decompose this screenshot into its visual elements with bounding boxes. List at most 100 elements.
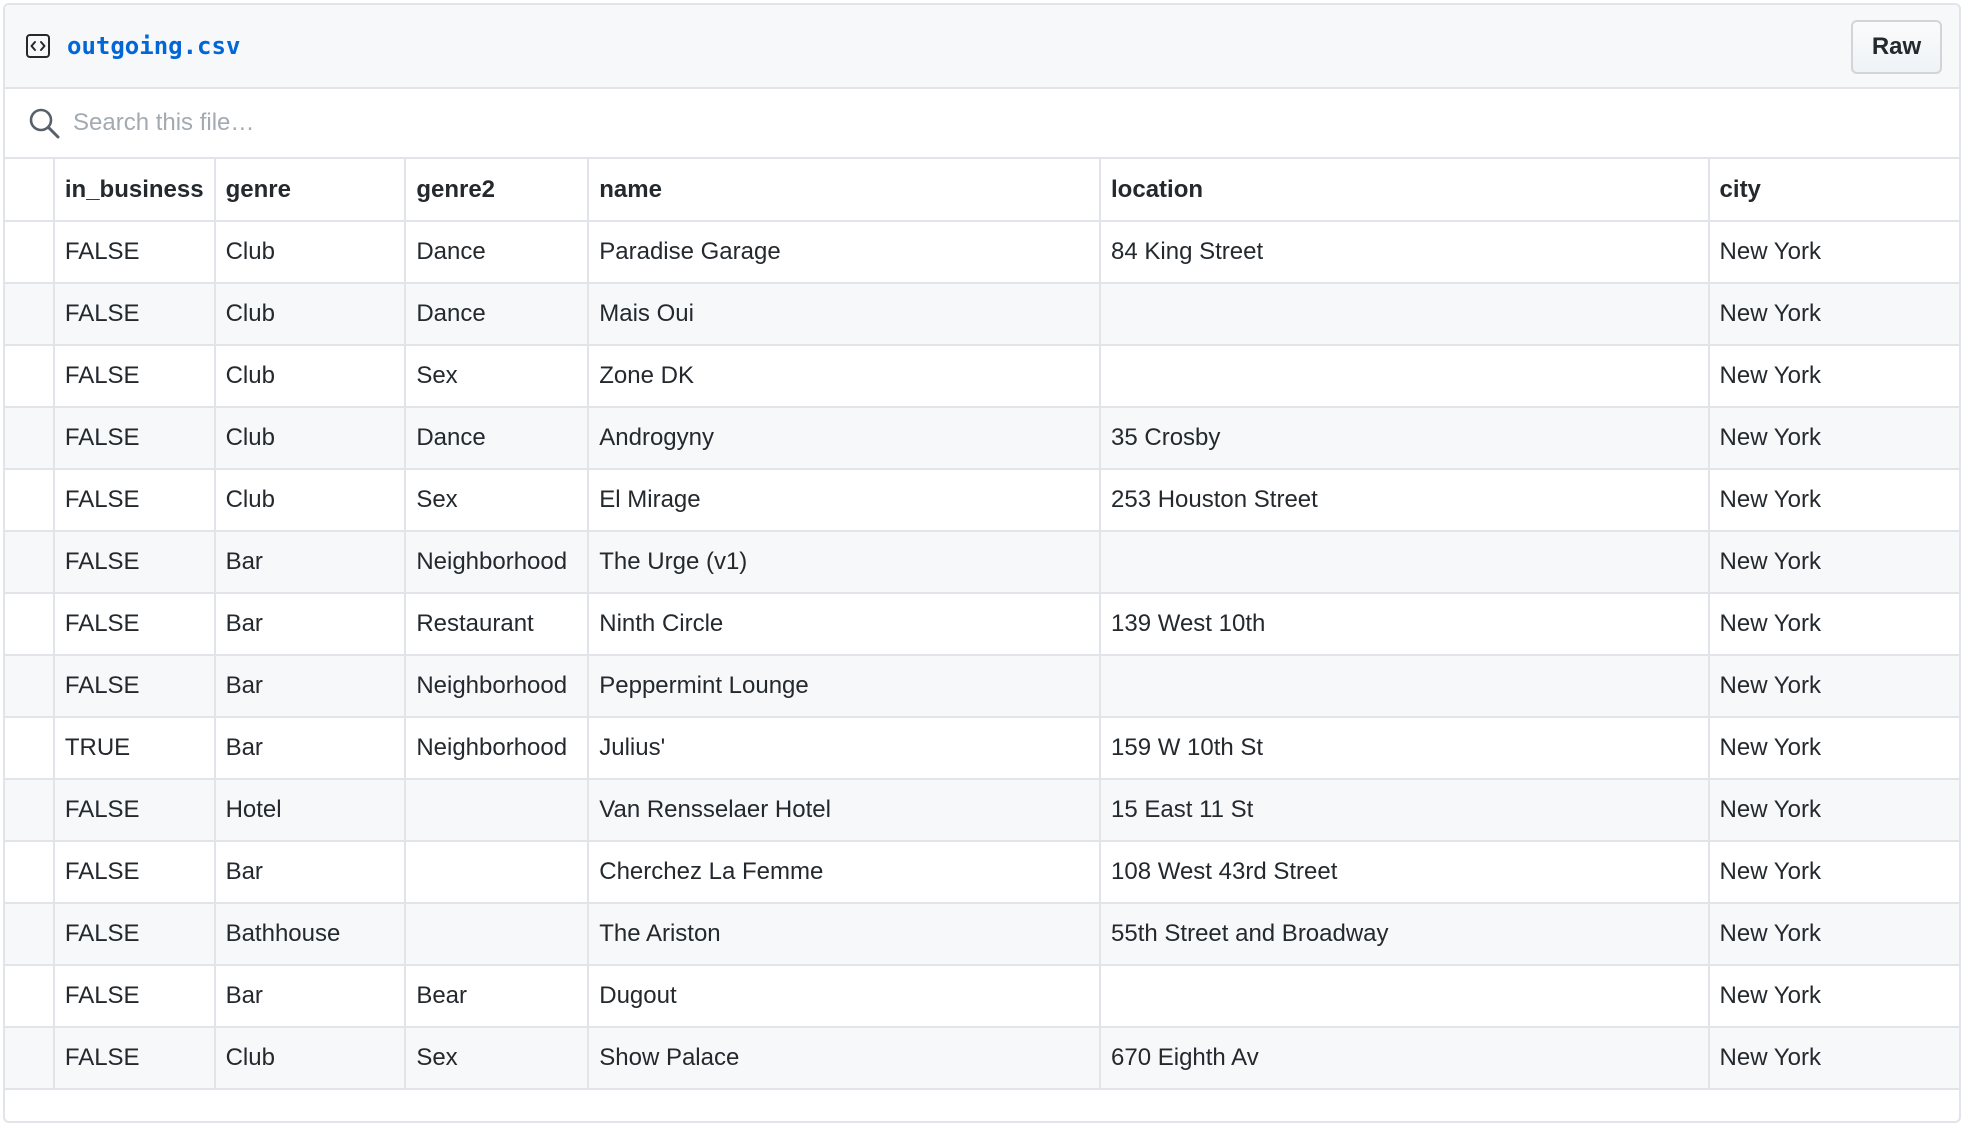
cell-city: New York bbox=[1708, 1027, 1959, 1090]
csv-table: in_business genre genre2 name location c… bbox=[5, 159, 1959, 1090]
cell-city: New York bbox=[1708, 903, 1959, 966]
cell-location: 35 Crosby bbox=[1100, 407, 1710, 470]
line-number-cell[interactable] bbox=[5, 717, 55, 780]
column-header-location: location bbox=[1100, 159, 1710, 222]
file-name-link[interactable]: outgoing.csv bbox=[67, 32, 240, 60]
table-row: FALSE Club Dance Mais Oui New York bbox=[5, 283, 1959, 346]
line-number-cell[interactable] bbox=[5, 407, 55, 470]
line-number-cell[interactable] bbox=[5, 779, 55, 842]
line-number-cell[interactable] bbox=[5, 469, 55, 532]
table-body: FALSE Club Dance Paradise Garage 84 King Str… bbox=[5, 221, 1959, 1090]
cell-city: New York bbox=[1708, 717, 1959, 780]
line-number-cell[interactable] bbox=[5, 965, 55, 1028]
cell-location: 139 West 10th bbox=[1100, 593, 1710, 656]
column-header-genre: genre bbox=[214, 159, 407, 222]
cell-genre2: Dance bbox=[405, 221, 590, 284]
cell-in-business: FALSE bbox=[53, 841, 216, 904]
cell-in-business: FALSE bbox=[53, 779, 216, 842]
cell-genre: Bar bbox=[214, 717, 407, 780]
cell-city: New York bbox=[1708, 283, 1959, 346]
cell-genre: Bar bbox=[214, 593, 407, 656]
cell-in-business: FALSE bbox=[53, 593, 216, 656]
line-number-cell[interactable] bbox=[5, 903, 55, 966]
search-bar bbox=[5, 89, 1959, 159]
cell-name: The Urge (v1) bbox=[588, 531, 1102, 594]
cell-location: 84 King Street bbox=[1100, 221, 1710, 284]
table-row: FALSE Club Dance Androgyny 35 Crosby New York bbox=[5, 407, 1959, 470]
cell-genre2: Sex bbox=[405, 1027, 590, 1090]
table-row: FALSE Bar Cherchez La Femme 108 West 43rd S… bbox=[5, 841, 1959, 904]
cell-location: 253 Houston Street bbox=[1100, 469, 1710, 532]
column-header-name: name bbox=[588, 159, 1102, 222]
cell-name: Julius' bbox=[588, 717, 1102, 780]
line-number-cell[interactable] bbox=[5, 345, 55, 408]
cell-genre: Bar bbox=[214, 841, 407, 904]
cell-genre2 bbox=[405, 841, 590, 904]
cell-in-business: FALSE bbox=[53, 965, 216, 1028]
cell-location bbox=[1100, 283, 1710, 346]
cell-genre2 bbox=[405, 779, 590, 842]
cell-name: Zone DK bbox=[588, 345, 1102, 408]
line-number-cell[interactable] bbox=[5, 221, 55, 284]
cell-city: New York bbox=[1708, 531, 1959, 594]
cell-genre2: Restaurant bbox=[405, 593, 590, 656]
line-number-cell[interactable] bbox=[5, 283, 55, 346]
table-row: FALSE Club Sex El Mirage 253 Houston Street N… bbox=[5, 469, 1959, 532]
cell-city: New York bbox=[1708, 965, 1959, 1028]
cell-city: New York bbox=[1708, 593, 1959, 656]
cell-name: Show Palace bbox=[588, 1027, 1102, 1090]
column-header-genre2: genre2 bbox=[405, 159, 590, 222]
table-row: FALSE Club Sex Show Palace 670 Eighth Av New … bbox=[5, 1027, 1959, 1090]
file-code-icon bbox=[25, 33, 51, 59]
cell-genre2 bbox=[405, 903, 590, 966]
cell-genre: Club bbox=[214, 345, 407, 408]
line-number-cell[interactable] bbox=[5, 655, 55, 718]
column-header-city: city bbox=[1708, 159, 1959, 222]
table-row: FALSE Club Sex Zone DK New York bbox=[5, 345, 1959, 408]
file-header: outgoing.csv Raw bbox=[5, 5, 1959, 89]
cell-city: New York bbox=[1708, 655, 1959, 718]
column-header-in-business: in_business bbox=[53, 159, 216, 222]
table-row: FALSE Bar Neighborhood Peppermint Lounge New… bbox=[5, 655, 1959, 718]
table-row: FALSE Hotel Van Rensselaer Hotel 15 East 11… bbox=[5, 779, 1959, 842]
table-row: FALSE Bar Bear Dugout New York bbox=[5, 965, 1959, 1028]
cell-location: 55th Street and Broadway bbox=[1100, 903, 1710, 966]
cell-genre: Bar bbox=[214, 965, 407, 1028]
line-number-cell[interactable] bbox=[5, 531, 55, 594]
cell-location: 15 East 11 St bbox=[1100, 779, 1710, 842]
file-container: outgoing.csv Raw in_business genre bbox=[3, 3, 1961, 1123]
cell-genre2: Neighborhood bbox=[405, 655, 590, 718]
search-input[interactable] bbox=[73, 98, 1873, 148]
cell-name: The Ariston bbox=[588, 903, 1102, 966]
cell-name: El Mirage bbox=[588, 469, 1102, 532]
cell-in-business: FALSE bbox=[53, 655, 216, 718]
cell-city: New York bbox=[1708, 841, 1959, 904]
table-header-row: in_business genre genre2 name location c… bbox=[5, 159, 1959, 222]
cell-location: 670 Eighth Av bbox=[1100, 1027, 1710, 1090]
cell-name: Paradise Garage bbox=[588, 221, 1102, 284]
table-row: FALSE Bar Neighborhood The Urge (v1) New Yor… bbox=[5, 531, 1959, 594]
cell-location: 108 West 43rd Street bbox=[1100, 841, 1710, 904]
cell-genre2: Sex bbox=[405, 345, 590, 408]
cell-genre: Club bbox=[214, 221, 407, 284]
table-row: FALSE Club Dance Paradise Garage 84 King Str… bbox=[5, 221, 1959, 284]
table-row: TRUE Bar Neighborhood Julius' 159 W 10th St N… bbox=[5, 717, 1959, 780]
line-number-header bbox=[5, 159, 55, 222]
cell-location: 159 W 10th St bbox=[1100, 717, 1710, 780]
search-icon bbox=[27, 106, 61, 140]
cell-city: New York bbox=[1708, 221, 1959, 284]
cell-location bbox=[1100, 345, 1710, 408]
line-number-cell[interactable] bbox=[5, 841, 55, 904]
cell-city: New York bbox=[1708, 407, 1959, 470]
cell-city: New York bbox=[1708, 345, 1959, 408]
cell-in-business: TRUE bbox=[53, 717, 216, 780]
cell-genre2: Sex bbox=[405, 469, 590, 532]
cell-location bbox=[1100, 655, 1710, 718]
cell-name: Peppermint Lounge bbox=[588, 655, 1102, 718]
cell-genre: Bar bbox=[214, 531, 407, 594]
cell-in-business: FALSE bbox=[53, 531, 216, 594]
line-number-cell[interactable] bbox=[5, 1027, 55, 1090]
table-row: FALSE Bathhouse The Ariston 55th Street and… bbox=[5, 903, 1959, 966]
line-number-cell[interactable] bbox=[5, 593, 55, 656]
raw-button[interactable]: Raw bbox=[1851, 20, 1942, 74]
